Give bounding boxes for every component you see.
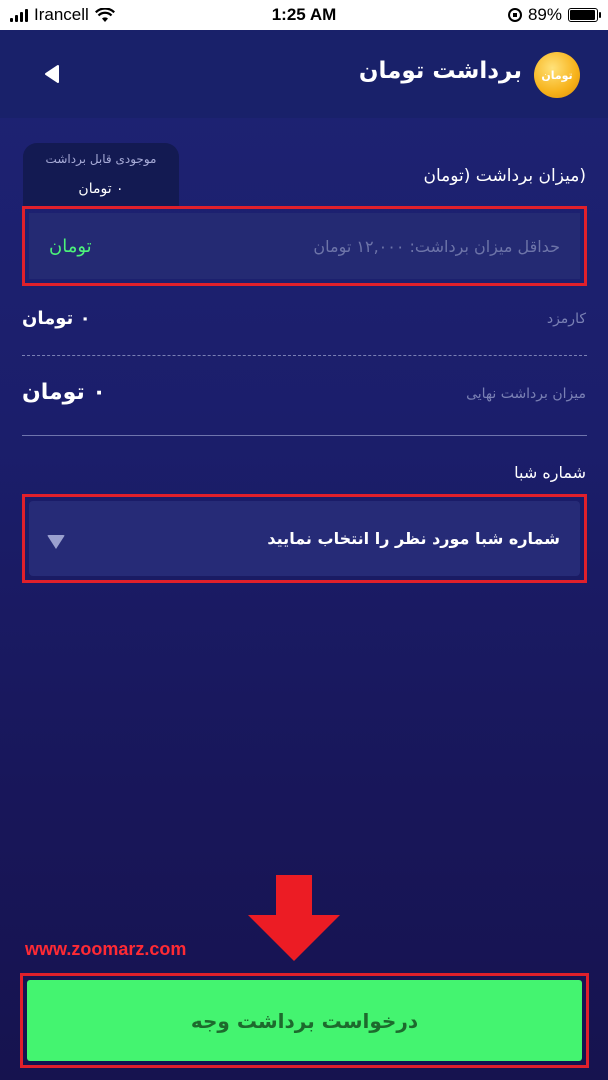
balance-card: موجودی قابل برداشت ۰ تومان [23,143,179,207]
rotation-lock-icon [507,8,522,22]
battery-fill [570,10,595,20]
page-title: برداشت تومان [358,58,522,84]
coin-label: تومان [541,68,573,82]
submit-highlight: درخواست برداشت وجه [20,973,589,1068]
back-arrow-icon [45,65,59,83]
battery-percent: 89% [527,5,562,24]
fee-value: ۰ تومان [22,308,91,329]
divider [22,435,587,436]
app-header: برداشت تومان تومان [0,30,608,118]
amount-highlight: حداقل میزان برداشت: ۱۲,۰۰۰ تومان تومان [22,206,587,286]
battery-icon [568,8,601,22]
balance-label: موجودی قابل برداشت [45,152,157,166]
sheba-select[interactable]: شماره شبا مورد نظر را انتخاب نمایید [29,501,580,576]
amount-currency: تومان [49,236,92,257]
submit-withdraw-button[interactable]: درخواست برداشت وجه [27,980,582,1061]
amount-placeholder: حداقل میزان برداشت: ۱۲,۰۰۰ تومان [313,237,560,256]
screen: Irancell 1:25 AM 89% برداشت تومان تومان [0,0,608,1080]
watermark: www.zoomarz.com [25,939,187,959]
sheba-highlight: شماره شبا مورد نظر را انتخاب نمایید [22,494,587,583]
sheba-label: شماره شبا [514,463,586,482]
final-amount-value: ۰ تومان [22,380,106,405]
status-right: 89% [507,5,601,25]
down-arrow-icon [248,875,340,961]
amount-input[interactable]: حداقل میزان برداشت: ۱۲,۰۰۰ تومان تومان [29,213,580,279]
final-amount-label: میزان برداشت نهایی [466,386,586,402]
toman-coin-icon: تومان [534,52,580,98]
sheba-select-text: شماره شبا مورد نظر را انتخاب نمایید [267,529,560,548]
back-button[interactable] [38,60,66,88]
amount-label: (میزان برداشت (تومان [423,166,586,186]
status-bar: Irancell 1:25 AM 89% [0,0,608,30]
dashed-divider [22,355,587,356]
fee-label: کارمزد [546,311,586,327]
balance-value: ۰ تومان [78,181,124,197]
caret-down-icon [47,535,65,549]
